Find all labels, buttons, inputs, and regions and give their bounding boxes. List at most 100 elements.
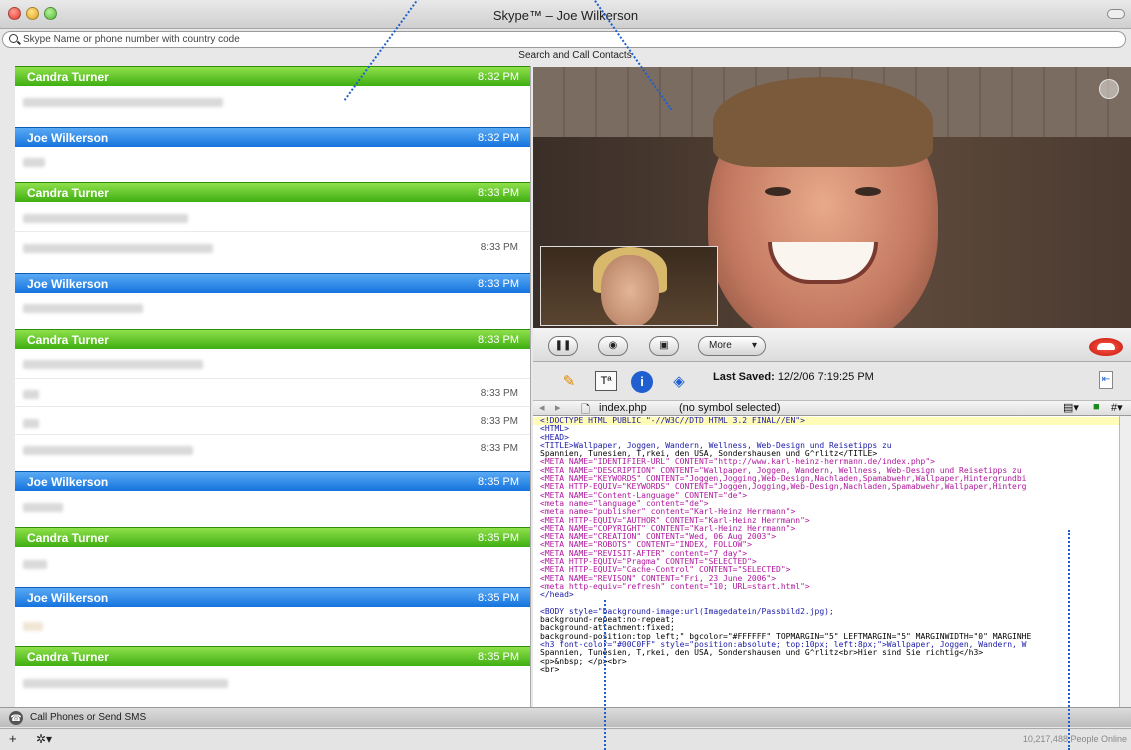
search-placeholder: Skype Name or phone number with country … <box>23 34 240 45</box>
hang-up-button[interactable] <box>1089 338 1123 356</box>
code-line: <p>&nbsp; </p><br> <box>540 656 627 666</box>
editor-toolbar: ✎ Tª i ◈ Last Saved: 12/2/06 7:19:25 PM … <box>533 362 1131 400</box>
toolbar-toggle-button[interactable] <box>1107 9 1125 19</box>
sender-name: Candra Turner <box>27 650 109 664</box>
blurred-message-text <box>23 679 228 688</box>
sender-name: Joe Wilkerson <box>27 591 109 605</box>
symbol-popup[interactable]: (no symbol selected) <box>679 402 781 414</box>
blurred-message-text <box>23 560 47 569</box>
status-bar: + ✲▾ 10,217,488 People Online <box>0 728 1131 750</box>
call-phones-label: Call Phones or Send SMS <box>30 712 147 723</box>
message-time: 8:32 PM <box>478 71 519 83</box>
remote-eye <box>765 187 791 196</box>
sender-name: Candra Turner <box>27 70 109 84</box>
sender-name: Candra Turner <box>27 531 109 545</box>
message-time: 8:33 PM <box>478 334 519 346</box>
message-header: Candra Turner 8:33 PM <box>15 329 530 349</box>
code-line: <meta http-equiv="refresh" content="10; … <box>540 581 810 591</box>
line-time: 8:33 PM <box>480 416 518 427</box>
video-toggle-button[interactable]: ▣ <box>649 336 679 356</box>
gear-icon[interactable]: ✲▾ <box>36 732 52 746</box>
skype-window: Skype™ – Joe Wilkerson Skype Name or pho… <box>0 0 1131 750</box>
message-time: 8:35 PM <box>478 592 519 604</box>
message-time: 8:35 PM <box>478 476 519 488</box>
blurred-message-text <box>23 214 188 223</box>
search-input[interactable]: Skype Name or phone number with country … <box>2 31 1126 48</box>
chat-history-pane[interactable]: Candra Turner 8:32 PM Joe Wilkerson 8:32 P… <box>15 66 531 707</box>
line-time: 8:33 PM <box>480 242 518 253</box>
blurred-message-text <box>23 360 203 369</box>
message-header: Joe Wilkerson 8:35 PM <box>15 587 530 607</box>
add-contact-button[interactable]: + <box>9 731 17 746</box>
phone-icon: ☎ <box>9 711 23 725</box>
code-editor[interactable]: <!DOCTYPE HTML PUBLIC "-//W3C//DTD HTML … <box>533 416 1119 707</box>
blurred-message-text <box>23 98 223 107</box>
blurred-message-text <box>23 158 45 167</box>
pause-call-button[interactable]: ❚❚ <box>548 336 578 356</box>
back-arrow-icon[interactable]: ◂ <box>539 401 545 414</box>
text-format-icon[interactable]: Tª <box>595 371 617 391</box>
self-view-video[interactable] <box>540 246 718 326</box>
info-icon[interactable]: i <box>631 371 653 393</box>
pencil-icon[interactable]: ✎ <box>559 371 579 393</box>
message-header: Candra Turner 8:32 PM <box>15 66 530 86</box>
remote-eye <box>855 187 881 196</box>
mute-microphone-button[interactable]: ◉ <box>598 336 628 356</box>
file-popup[interactable]: index.php <box>599 402 647 414</box>
sender-name: Candra Turner <box>27 333 109 347</box>
message-header: Candra Turner 8:35 PM <box>15 527 530 547</box>
message-header: Joe Wilkerson 8:33 PM <box>15 273 530 293</box>
message-time: 8:33 PM <box>478 187 519 199</box>
title-bar[interactable]: Skype™ – Joe Wilkerson <box>0 0 1131 29</box>
line-divider <box>15 231 530 232</box>
remote-participant-hair <box>713 77 933 167</box>
message-time: 8:33 PM <box>478 278 519 290</box>
sender-name: Joe Wilkerson <box>27 277 109 291</box>
fullscreen-icon[interactable] <box>1099 79 1119 99</box>
editor-scrollbar[interactable] <box>1119 416 1131 707</box>
blurred-message-text <box>23 390 39 399</box>
blurred-message-text <box>23 446 193 455</box>
message-header: Joe Wilkerson 8:35 PM <box>15 471 530 491</box>
blurred-message-text <box>23 419 39 428</box>
message-time: 8:35 PM <box>478 532 519 544</box>
markers-icon[interactable]: ▤▾ <box>1063 401 1079 414</box>
line-divider <box>15 406 530 407</box>
search-icon <box>9 34 18 43</box>
drawer-toggle-icon[interactable]: ⇤ <box>1099 371 1113 389</box>
window-title: Skype™ – Joe Wilkerson <box>492 8 639 23</box>
code-line: <HTML> <box>540 424 569 434</box>
code-line: <!DOCTYPE HTML PUBLIC "-//W3C//DTD HTML … <box>533 416 1119 426</box>
people-online-count: 10,217,488 People Online <box>1022 734 1127 744</box>
message-time: 8:35 PM <box>478 651 519 663</box>
line-number-icon[interactable]: #▾ <box>1111 401 1123 414</box>
blurred-message-text <box>23 244 213 253</box>
more-button[interactable]: More <box>698 336 766 356</box>
message-time: 8:32 PM <box>478 132 519 144</box>
self-view-face <box>601 255 659 325</box>
last-saved-text: Last Saved: 12/2/06 7:19:25 PM <box>713 371 874 383</box>
sender-name: Joe Wilkerson <box>27 131 109 145</box>
annotation-line <box>604 600 606 750</box>
message-header: Joe Wilkerson 8:32 PM <box>15 127 530 147</box>
code-line: </head> <box>540 590 574 600</box>
php-document-icon[interactable]: ◈ <box>669 371 689 393</box>
sender-name: Candra Turner <box>27 186 109 200</box>
message-header: Candra Turner 8:33 PM <box>15 182 530 202</box>
counterpart-icon[interactable]: ■ <box>1093 401 1100 413</box>
video-call-view[interactable] <box>533 67 1131 328</box>
sender-name: Joe Wilkerson <box>27 475 109 489</box>
line-time: 8:33 PM <box>480 443 518 454</box>
last-saved-value: 12/2/06 7:19:25 PM <box>777 371 874 383</box>
last-saved-label: Last Saved: <box>713 371 775 383</box>
code-line: <br> <box>540 664 560 674</box>
blurred-message-text <box>23 503 63 512</box>
call-phones-bar[interactable]: ☎ Call Phones or Send SMS <box>0 707 1131 727</box>
annotation-line <box>1068 530 1070 750</box>
blurred-message-text <box>23 622 43 631</box>
line-divider <box>15 434 530 435</box>
forward-arrow-icon[interactable]: ▸ <box>555 401 561 414</box>
search-caption: Search and Call Contacts <box>518 50 632 61</box>
line-time: 8:33 PM <box>480 388 518 399</box>
call-controls: ❚❚ ◉ ▣ More <box>533 328 1131 362</box>
